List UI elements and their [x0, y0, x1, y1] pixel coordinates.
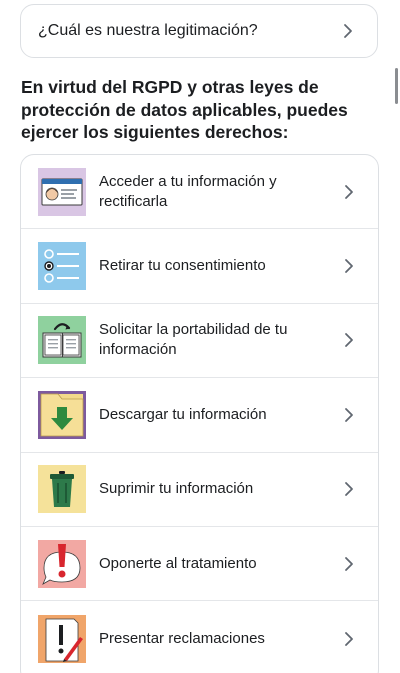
legitimation-row[interactable]: ¿Cuál es nuestra legitimación? — [20, 4, 378, 58]
right-complaints-label: Presentar reclamaciones — [99, 629, 265, 647]
right-portability-row[interactable]: Solicitar la portabilidad de tu informac… — [21, 304, 378, 379]
book-transfer-icon — [38, 316, 86, 365]
chevron-right-icon — [338, 628, 360, 650]
rights-heading: En virtud del RGPD y otras leyes de prot… — [21, 77, 348, 142]
document-exclamation-icon — [38, 614, 86, 663]
exclamation-bubble-icon — [38, 539, 86, 588]
folder-download-icon — [38, 390, 86, 439]
right-withdraw-consent-label: Retirar tu consentimiento — [99, 257, 266, 275]
right-access-row[interactable]: Acceder a tu información y rectificarla — [21, 155, 378, 230]
right-object-row[interactable]: Oponerte al tratamiento — [21, 527, 378, 602]
trash-can-icon — [38, 465, 86, 514]
right-download-label: Descargar tu información — [99, 405, 267, 423]
chevron-right-icon — [338, 404, 360, 426]
chevron-right-icon — [338, 329, 360, 351]
right-withdraw-consent-row[interactable]: Retirar tu consentimiento — [21, 229, 378, 304]
legitimation-label: ¿Cuál es nuestra legitimación? — [38, 22, 258, 39]
right-complaints-row[interactable]: Presentar reclamaciones — [21, 601, 378, 673]
chevron-right-icon — [338, 553, 360, 575]
chevron-right-icon — [337, 20, 359, 42]
right-delete-row[interactable]: Suprimir tu información — [21, 453, 378, 527]
checklist-icon — [38, 242, 86, 291]
scrollbar-thumb[interactable] — [395, 68, 398, 104]
right-object-label: Oponerte al tratamiento — [99, 554, 257, 572]
right-portability-label: Solicitar la portabilidad de tu informac… — [99, 321, 288, 359]
right-delete-label: Suprimir tu información — [99, 480, 254, 498]
chevron-right-icon — [338, 181, 360, 203]
rights-list: Acceder a tu información y rectificarla … — [20, 154, 379, 673]
chevron-right-icon — [338, 478, 360, 500]
right-access-label: Acceder a tu información y rectificarla — [99, 172, 277, 210]
id-card-icon — [38, 167, 86, 216]
chevron-right-icon — [338, 255, 360, 277]
privacy-rights-page: ¿Cuál es nuestra legitimación? En virtud… — [0, 0, 400, 673]
right-download-row[interactable]: Descargar tu información — [21, 378, 378, 453]
